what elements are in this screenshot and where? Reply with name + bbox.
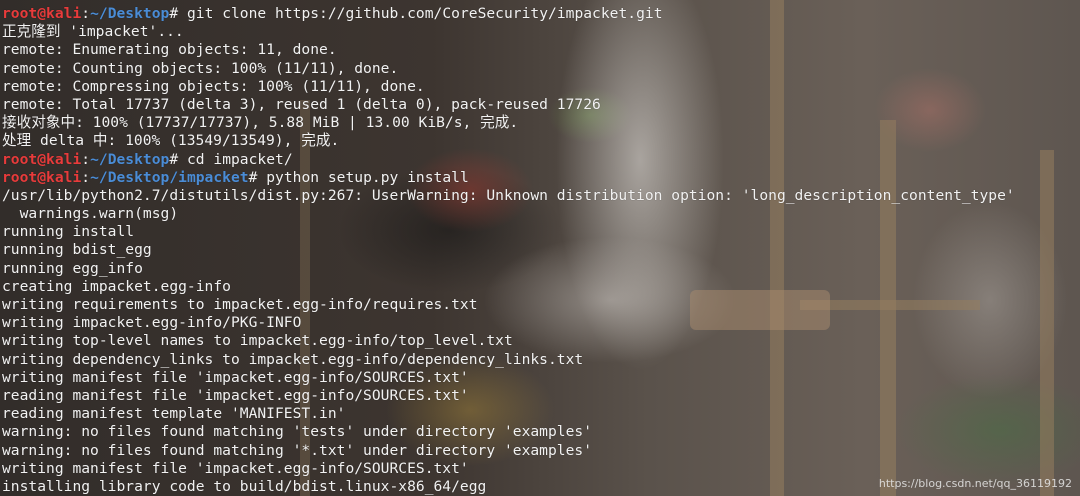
output-line: warnings.warn(msg) <box>2 205 179 223</box>
output-line: 正克隆到 'impacket'... <box>2 23 184 41</box>
output-line: running bdist_egg <box>2 241 152 259</box>
command-text: python setup.py install <box>266 168 469 186</box>
output-line: 处理 delta 中: 100% (13549/13549), 完成. <box>2 132 340 150</box>
output-line: writing dependency_links to impacket.egg… <box>2 350 584 368</box>
prompt-separator: : <box>81 150 91 168</box>
output-line: running egg_info <box>2 259 143 277</box>
prompt-separator: : <box>81 168 91 186</box>
output-line: running install <box>2 223 135 241</box>
output-line: 接收对象中: 100% (17737/17737), 5.88 MiB | 13… <box>2 114 519 132</box>
command-text: git clone https://github.com/CoreSecurit… <box>186 5 663 22</box>
output-line: writing impacket.egg-info/PKG-INFO <box>2 314 302 332</box>
prompt-path: ~/Desktop <box>90 150 170 168</box>
output-line: remote: Compressing objects: 100% (11/11… <box>2 77 425 95</box>
output-line: reading manifest file 'impacket.egg-info… <box>2 386 469 404</box>
output-line: warning: no files found matching '*.txt'… <box>2 441 593 459</box>
output-line: writing manifest file 'impacket.egg-info… <box>2 368 469 386</box>
output-line: remote: Enumerating objects: 11, done. <box>2 41 337 59</box>
prompt-path: ~/Desktop/impacket <box>90 168 249 186</box>
prompt-user: root@kali <box>2 168 82 186</box>
prompt-user: root@kali <box>2 150 82 168</box>
prompt-user: root@kali <box>2 5 82 22</box>
prompt-line: root@kali:~/Desktop# git clone https://g… <box>2 5 1080 23</box>
prompt-symbol: # <box>248 168 267 186</box>
output-line: warning: no files found matching 'tests'… <box>2 423 593 441</box>
output-line: writing requirements to impacket.egg-inf… <box>2 296 478 313</box>
prompt-path: ~/Desktop <box>90 5 170 22</box>
watermark-text: https://blog.csdn.net/qq_36119192 <box>878 477 1072 490</box>
output-line: remote: Total 17737 (delta 3), reused 1 … <box>2 95 601 113</box>
prompt-line: root@kali:~/Desktop# cd impacket/ <box>2 151 1080 169</box>
output-line: creating impacket.egg-info <box>2 277 231 295</box>
output-line: writing manifest file 'impacket.egg-info… <box>2 459 469 477</box>
command-text: cd impacket/ <box>186 150 293 168</box>
prompt-line: root@kali:~/Desktop/impacket# python set… <box>2 169 1080 187</box>
output-line: /usr/lib/python2.7/distutils/dist.py:267… <box>2 186 1015 204</box>
terminal-window[interactable]: root@kali:~/Desktop# git clone https://g… <box>0 0 1080 496</box>
output-line: writing top-level names to impacket.egg-… <box>2 332 513 350</box>
prompt-symbol: # <box>169 5 187 22</box>
prompt-symbol: # <box>169 150 187 168</box>
terminal-output[interactable]: root@kali:~/Desktop# git clone https://g… <box>2 5 1080 496</box>
output-line: reading manifest template 'MANIFEST.in' <box>2 405 346 423</box>
output-line: remote: Counting objects: 100% (11/11), … <box>2 59 399 77</box>
prompt-separator: : <box>81 5 91 22</box>
